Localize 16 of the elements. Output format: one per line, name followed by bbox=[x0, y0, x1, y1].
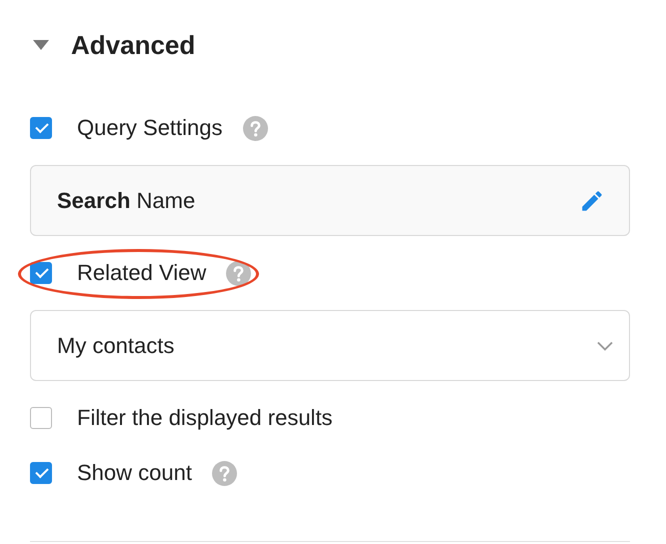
checkbox[interactable] bbox=[30, 407, 52, 429]
section-title: Advanced bbox=[71, 30, 196, 60]
help-icon[interactable] bbox=[226, 260, 252, 286]
checkbox-label: Filter the displayed results bbox=[77, 405, 333, 431]
name-field-value: Search Name bbox=[57, 188, 196, 214]
help-icon[interactable] bbox=[242, 116, 268, 140]
help-icon[interactable] bbox=[212, 460, 237, 486]
checkbox[interactable] bbox=[30, 462, 52, 484]
view-dropdown[interactable]: My contacts bbox=[30, 310, 630, 381]
checkbox[interactable] bbox=[30, 117, 52, 139]
checkbox-label: Related View bbox=[77, 260, 206, 286]
chevron-down-icon bbox=[597, 340, 613, 350]
checkbox-label: Query Settings bbox=[77, 115, 223, 141]
checkbox-label: Show count bbox=[77, 460, 192, 486]
collapse-triangle-icon[interactable] bbox=[33, 40, 49, 50]
checkbox[interactable] bbox=[30, 262, 52, 284]
